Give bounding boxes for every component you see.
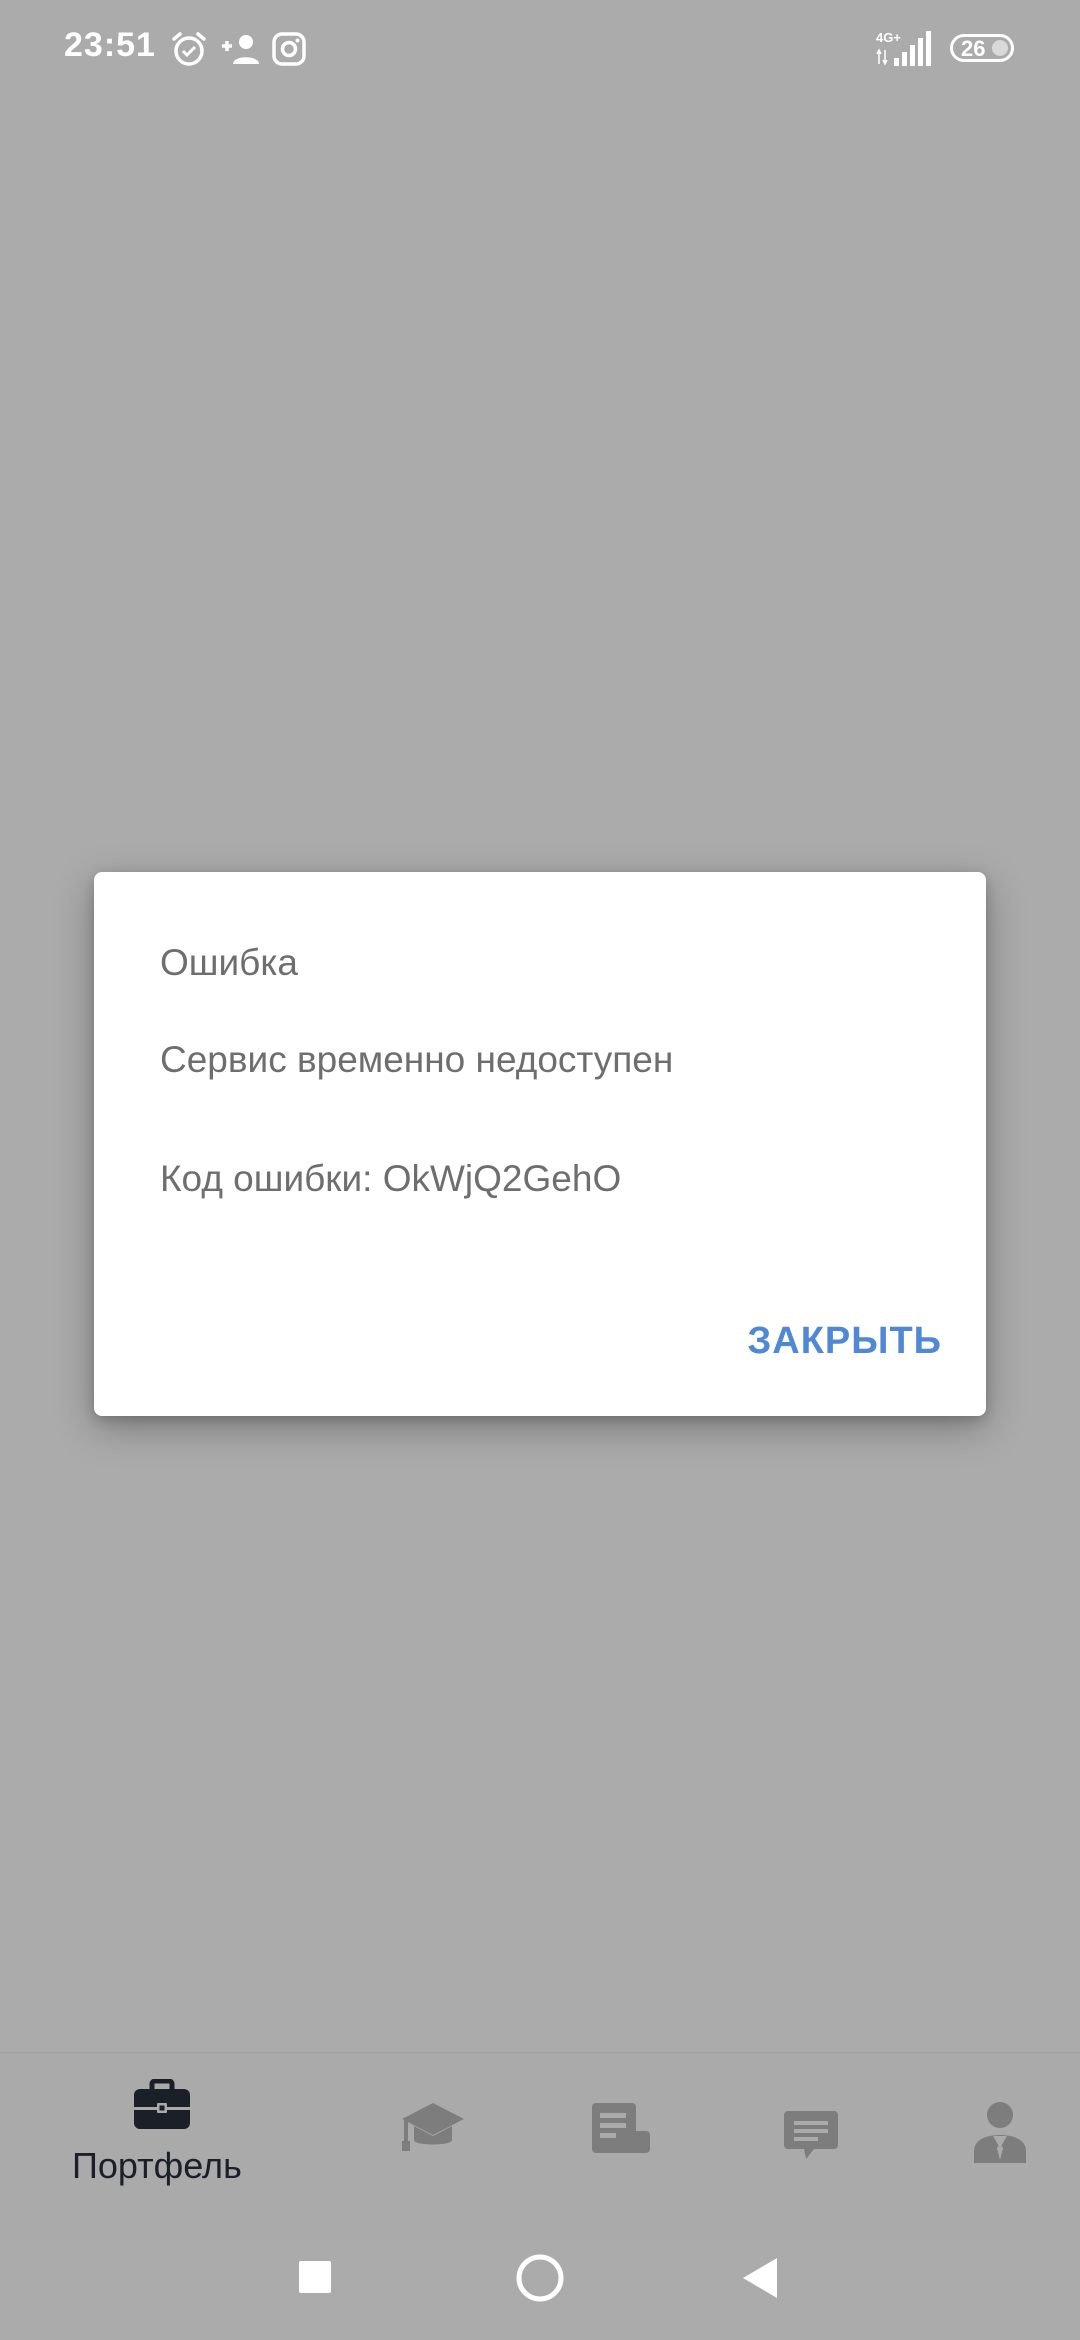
recent-apps-icon[interactable] — [298, 2260, 332, 2294]
graduation-cap-icon — [402, 2103, 464, 2151]
dialog-message: Сервис временно недоступен — [160, 1039, 674, 1080]
status-bar: 23:51 4G+ 26 — [0, 0, 1080, 100]
add-contact-icon — [222, 35, 259, 64]
nav-item-education[interactable] — [340, 2053, 530, 2241]
dialog-title: Ошибка — [160, 942, 298, 983]
nav-item-documents[interactable] — [560, 2053, 690, 2241]
chat-icon — [784, 2111, 838, 2159]
close-button[interactable]: ЗАКРЫТЬ — [747, 1320, 942, 1363]
status-time: 23:51 — [64, 26, 156, 64]
network-type-label: 4G+ — [876, 30, 901, 45]
nav-item-messages[interactable] — [740, 2053, 880, 2241]
nav-item-portfolio[interactable]: Портфель — [0, 2053, 280, 2241]
profile-icon — [974, 2102, 1026, 2163]
bottom-navigation: Портфель — [0, 2052, 1080, 2241]
nav-label-portfolio: Портфель — [72, 2145, 242, 2186]
document-icon — [592, 2103, 650, 2153]
alarm-icon — [172, 32, 206, 66]
back-icon[interactable] — [740, 2256, 780, 2300]
system-navigation-bar — [0, 2240, 1080, 2340]
battery-level: 26 — [961, 36, 986, 61]
home-icon[interactable] — [514, 2252, 566, 2304]
error-dialog: Ошибка Сервис временно недоступен Код ош… — [94, 872, 986, 1416]
battery-icon: 26 — [950, 34, 1014, 62]
nav-item-profile[interactable] — [920, 2053, 1080, 2241]
error-code: Код ошибки: OkWjQ2GehO — [160, 1158, 622, 1199]
briefcase-icon — [134, 2079, 190, 2129]
signal-icon: 4G+ — [876, 30, 931, 66]
instagram-icon — [272, 32, 306, 66]
